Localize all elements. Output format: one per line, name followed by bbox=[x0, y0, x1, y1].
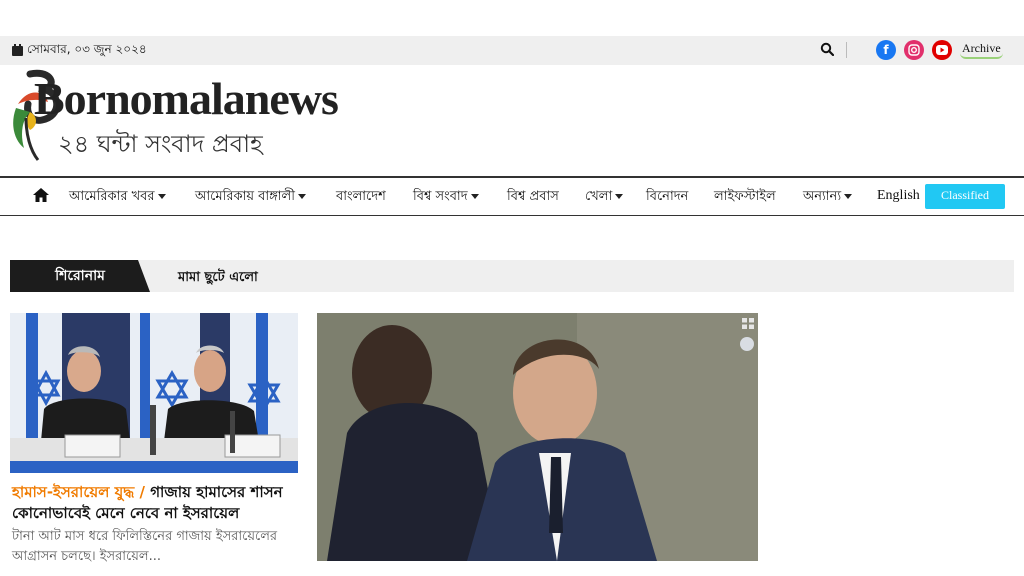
nav-item-bangladesh[interactable]: বাংলাদেশ bbox=[336, 187, 386, 208]
nav-item-others[interactable]: অন্যান্য bbox=[803, 187, 853, 208]
chevron-down-icon bbox=[615, 194, 624, 199]
ticker-headline-link[interactable]: মামা ছুটে এলো bbox=[178, 268, 258, 289]
search-icon[interactable] bbox=[820, 42, 834, 56]
nav-item-world-news[interactable]: বিশ্ব সংবাদ bbox=[413, 187, 479, 208]
date-text: সোমবার, ০৩ জুন ২০২৪ bbox=[27, 42, 147, 56]
article-image-gaza[interactable] bbox=[10, 313, 298, 473]
logo-wordmark: Bornomalanews bbox=[34, 73, 339, 124]
divider bbox=[846, 42, 847, 58]
gallery-grid-icon[interactable] bbox=[742, 318, 754, 329]
nav-item-bengali-in-america[interactable]: আমেরিকায় বাঙ্গালী bbox=[195, 187, 306, 208]
archive-link[interactable]: Archive bbox=[960, 41, 1003, 59]
home-icon[interactable] bbox=[33, 188, 49, 202]
nav-item-america-news[interactable]: আমেরিকার খবর bbox=[69, 187, 166, 208]
main-navigation: আমেরিকার খবর আমেরিকায় বাঙ্গালী বাংলাদেশ… bbox=[0, 176, 1024, 216]
chevron-down-icon bbox=[470, 194, 479, 199]
logo-tagline: ২৪ ঘন্টা সংবাদ প্রবাহ bbox=[58, 130, 263, 158]
language-english-link[interactable]: English bbox=[877, 188, 920, 204]
nav-item-sports[interactable]: খেলা bbox=[585, 187, 624, 208]
share-icon[interactable] bbox=[740, 337, 754, 351]
site-logo[interactable]: Bornomalanews ২৪ ঘন্টা সংবাদ প্রবাহ bbox=[8, 68, 339, 164]
headline-ticker: শিরোনাম মামা ছুটে এলো bbox=[10, 260, 1014, 292]
instagram-icon[interactable] bbox=[904, 40, 924, 60]
article-summary: টানা আট মাস ধরে ফিলিস্তিনের গাজায় ইসরায… bbox=[12, 529, 278, 564]
nav-item-entertainment[interactable]: বিনোদন bbox=[646, 187, 688, 208]
nav-item-lifestyle[interactable]: লাইফস্টাইল bbox=[714, 187, 776, 208]
chevron-down-icon bbox=[844, 194, 853, 199]
article-headline[interactable]: হামাস-ইসরায়েল যুদ্ধ / গাজায় হামাসের শা… bbox=[12, 482, 302, 524]
featured-article-image[interactable] bbox=[317, 313, 758, 561]
chevron-down-icon bbox=[297, 194, 306, 199]
top-bar: সোমবার, ০৩ জুন ২০২৪ f Archive bbox=[0, 36, 1024, 65]
facebook-icon[interactable]: f bbox=[876, 40, 896, 60]
youtube-icon[interactable] bbox=[932, 40, 952, 60]
calendar-icon bbox=[12, 44, 23, 56]
chevron-down-icon bbox=[157, 194, 166, 199]
classified-button[interactable]: Classified bbox=[925, 184, 1005, 209]
nav-item-world-diaspora[interactable]: বিশ্ব প্রবাস bbox=[507, 187, 559, 208]
article-category-link[interactable]: হামাস-ইসরায়েল যুদ্ধ / bbox=[12, 483, 145, 501]
date-display: সোমবার, ০৩ জুন ২০২৪ bbox=[12, 41, 147, 61]
ticker-label: শিরোনাম bbox=[10, 260, 150, 292]
